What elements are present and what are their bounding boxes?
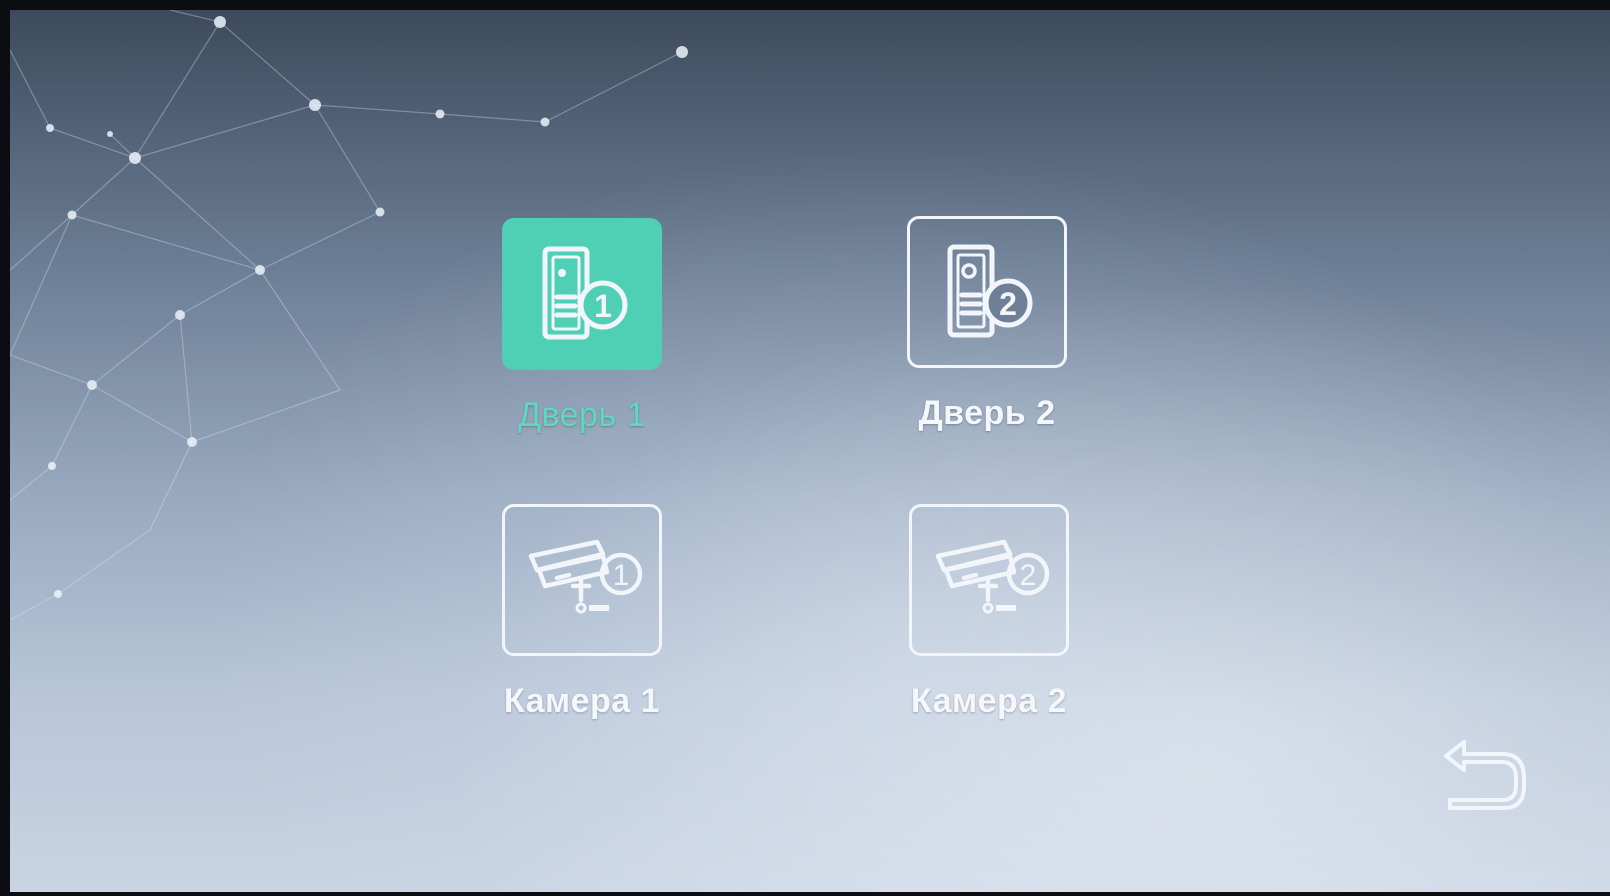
door-panel-1-tile[interactable]: 1 [502,218,662,370]
camera-1-tile[interactable]: 1 [502,504,662,656]
camera-2-tile[interactable]: 2 [909,504,1069,656]
menu-item-door-1[interactable]: 1 Дверь 1 [462,218,702,458]
menu-item-door-2[interactable]: 2 Дверь 2 [867,216,1107,456]
door-panel-1-icon: 1 [542,246,628,340]
door-panel-2-icon: 2 [947,244,1033,338]
door-panel-2-tile[interactable]: 2 [907,216,1067,368]
menu-item-label: Дверь 2 [918,394,1056,432]
menu-item-label: Камера 1 [503,682,661,720]
menu-item-camera-2[interactable]: 2 Камера 2 [869,504,1109,744]
back-arrow-icon [1444,740,1526,810]
menu-item-label: Камера 2 [910,682,1068,720]
badge-number: 1 [594,288,612,324]
badge-number: 2 [999,286,1017,322]
menu-item-label: Дверь 1 [517,396,647,434]
camera-2-icon: 2 [935,539,1050,614]
intercom-screen: 1 Дверь 1 2 Дверь 2 1 Камера 1 2 Камера … [10,10,1610,892]
menu-item-camera-1[interactable]: 1 Камера 1 [462,504,702,744]
badge-number: 2 [1020,559,1037,592]
badge-number: 1 [613,559,630,592]
camera-1-icon: 1 [528,539,643,614]
back-button[interactable] [1438,734,1528,814]
